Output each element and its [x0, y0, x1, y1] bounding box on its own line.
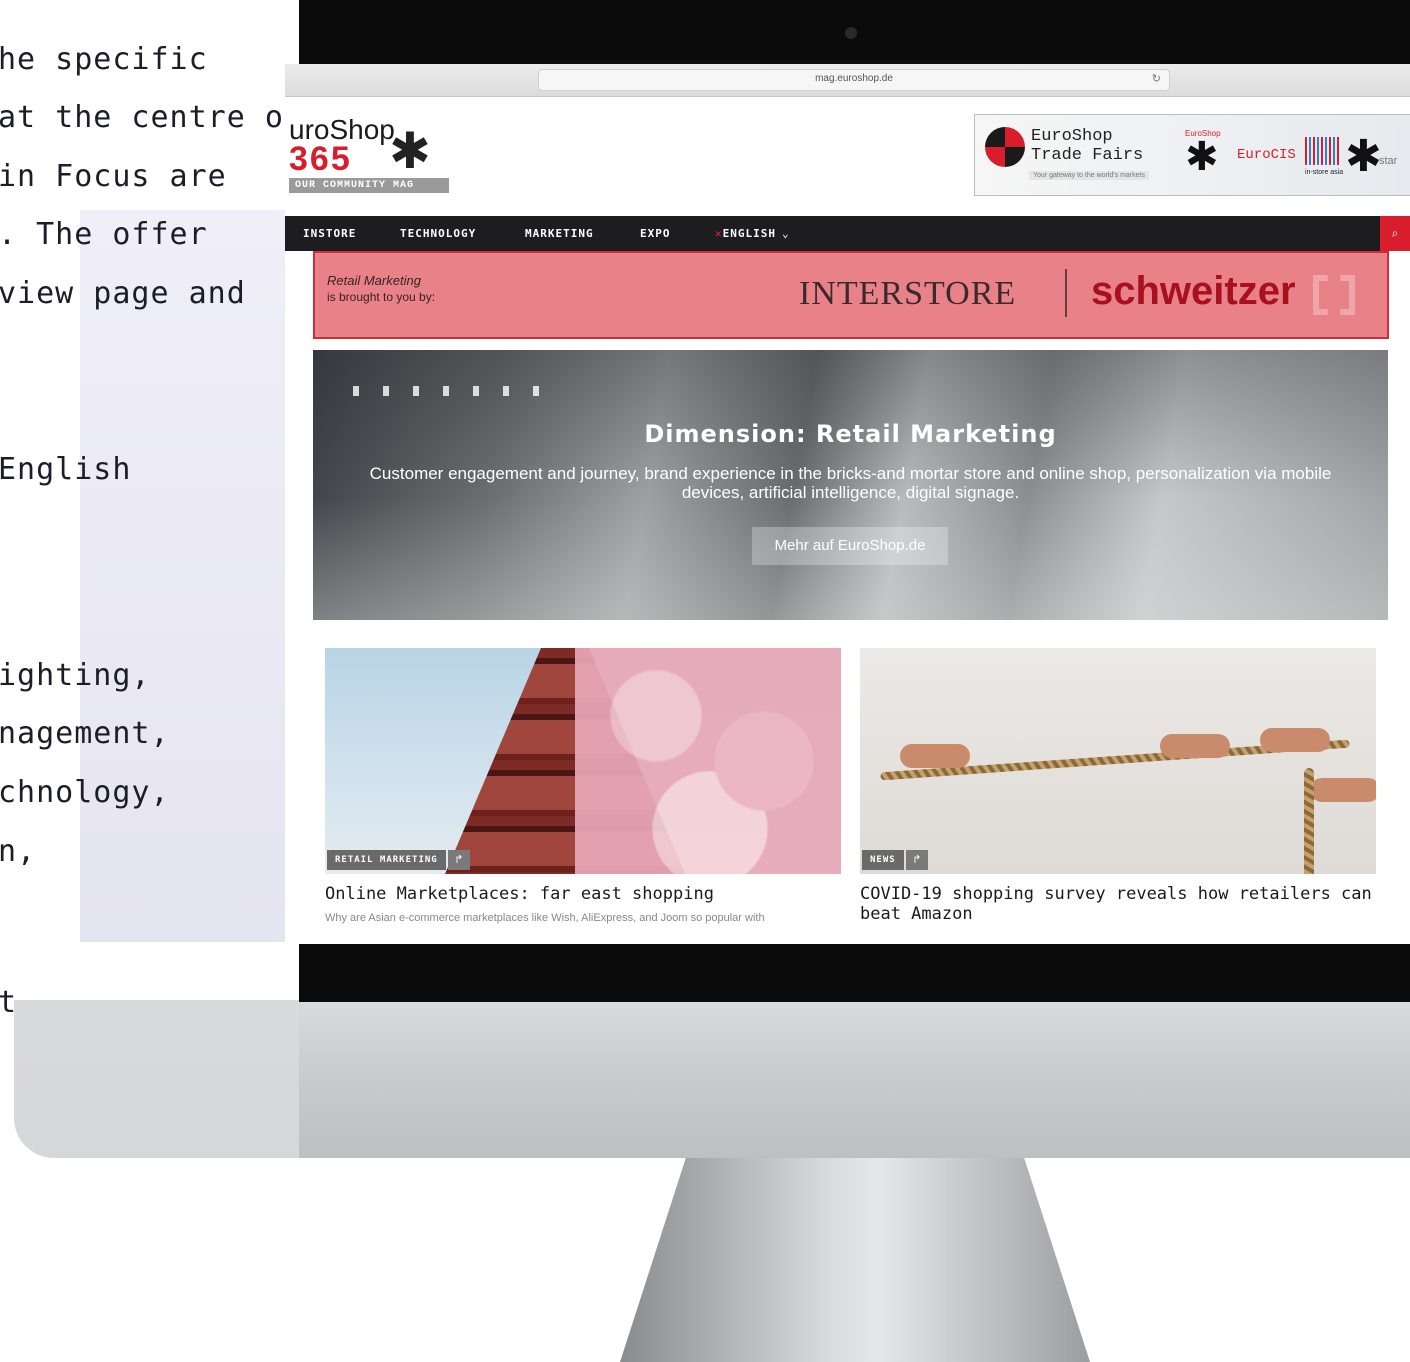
article-category-badge: RETAIL MARKETING ↱ [327, 850, 470, 870]
banner-subtitle: Your gateway to the world's markets [1029, 171, 1149, 180]
address-bar[interactable]: mag.euroshop.de ↻ [538, 69, 1170, 91]
schweitzer-bracket-icon [1313, 275, 1355, 315]
monitor-chin [299, 1002, 1410, 1158]
background-text-line: t [0, 985, 18, 1020]
hero-cta-button[interactable]: Mehr auf EuroShop.de [752, 527, 948, 565]
hand-illustration [1310, 778, 1376, 802]
background-text-line: n, [0, 834, 37, 869]
language-selector[interactable]: ✕ENGLISH ⌄ [715, 227, 790, 240]
category-label[interactable]: RETAIL MARKETING [327, 850, 446, 870]
hero-banner: Dimension: Retail Marketing Customer eng… [313, 350, 1388, 620]
cherry-blossom-illustration [575, 648, 841, 874]
instore-asia-bars-icon [1305, 137, 1339, 165]
euroshop-globe-icon [985, 127, 1025, 167]
article-title[interactable]: Online Marketplaces: far east shopping [325, 884, 841, 904]
hand-illustration [1160, 734, 1230, 758]
nav-item-expo[interactable]: EXPO [640, 227, 671, 240]
site-logo[interactable]: uroShop 365 ✱ OUR COMMUNITY MAG [289, 116, 449, 193]
main-nav: INSTORE TECHNOLOGY MARKETING EXPO ✕ENGLI… [285, 216, 1410, 251]
article-category-badge: NEWS ↱ [862, 850, 928, 870]
nav-item-marketing[interactable]: MARKETING [525, 227, 594, 240]
background-text-line: view page and [0, 276, 246, 311]
article-image[interactable]: RETAIL MARKETING ↱ [325, 648, 841, 874]
trade-fairs-banner[interactable]: EuroShop Trade Fairs Your gateway to the… [974, 114, 1410, 196]
language-label: ENGLISH [722, 227, 776, 240]
share-icon[interactable]: ↱ [905, 850, 928, 870]
star-logo-suffix: star [1379, 155, 1398, 167]
share-icon[interactable]: ↱ [447, 850, 470, 870]
eurocis-logo: EuroCIS [1237, 147, 1296, 163]
background-text-line: he specific [0, 42, 208, 77]
monitor-screen: mag.euroshop.de ↻ uroShop 365 ✱ OUR COMM… [285, 64, 1410, 944]
hand-illustration [900, 744, 970, 768]
article-card[interactable]: RETAIL MARKETING ↱ Online Marketplaces: … [325, 648, 841, 924]
reload-icon[interactable]: ↻ [1152, 72, 1161, 85]
background-text-line: ighting, [0, 658, 151, 693]
rope-illustration [1304, 768, 1314, 874]
article-excerpt: Why are Asian e-commerce marketplaces li… [325, 912, 765, 924]
nav-item-technology[interactable]: TECHNOLOGY [400, 227, 476, 240]
sponsor-banner[interactable]: Retail Marketing is brought to you by: I… [313, 251, 1389, 339]
background-text-line: nagement, [0, 716, 170, 751]
monitor-stand [620, 1158, 1090, 1362]
article-image[interactable]: NEWS ↱ [860, 648, 1376, 874]
background-text-line: . The offer [0, 217, 208, 252]
star-logo-icon: ✱ [1345, 131, 1382, 182]
category-label[interactable]: NEWS [862, 850, 904, 870]
instore-asia-label: in-store asia [1305, 169, 1344, 176]
background-text-line: at the centre of [0, 100, 303, 135]
article-title[interactable]: COVID-19 shopping survey reveals how ret… [860, 884, 1376, 924]
search-icon: ⌕ [1391, 226, 1399, 240]
background-text-line: in Focus are [0, 159, 227, 194]
banner-title-line2: Trade Fairs [1031, 146, 1144, 165]
camera-icon [845, 27, 857, 39]
uk-flag-icon: ✕ [715, 227, 723, 240]
search-button[interactable]: ⌕ [1380, 216, 1410, 251]
nav-item-instore[interactable]: INSTORE [303, 227, 356, 240]
euroshop-star-icon: ✱ [1185, 134, 1219, 180]
browser-toolbar: mag.euroshop.de ↻ [285, 64, 1410, 97]
background-text-line: English [0, 452, 132, 487]
banner-title-line1: EuroShop [1031, 127, 1113, 146]
background-text-line: chnology, [0, 775, 170, 810]
banner-title: EuroShop Trade Fairs [1031, 127, 1143, 165]
asterisk-logo-icon: ✱ [389, 122, 431, 180]
logo-tagline: OUR COMMUNITY MAG [289, 178, 449, 193]
url-text: mag.euroshop.de [815, 73, 893, 84]
article-card[interactable]: NEWS ↱ COVID-19 shopping survey reveals … [860, 648, 1376, 924]
hero-description: Customer engagement and journey, brand e… [369, 464, 1332, 502]
interstore-logo: INTERSTORE [799, 275, 1017, 312]
chevron-down-icon: ⌄ [781, 227, 790, 240]
hand-illustration [1260, 728, 1330, 752]
hero-title: Dimension: Retail Marketing [644, 420, 1057, 448]
hero-ceiling-lights [353, 386, 553, 396]
schweitzer-logo: schweitzer [1091, 269, 1296, 313]
sponsor-divider [1065, 269, 1067, 317]
sponsor-brought-by: is brought to you by: [327, 290, 436, 304]
sponsor-section-label: Retail Marketing [327, 273, 421, 288]
